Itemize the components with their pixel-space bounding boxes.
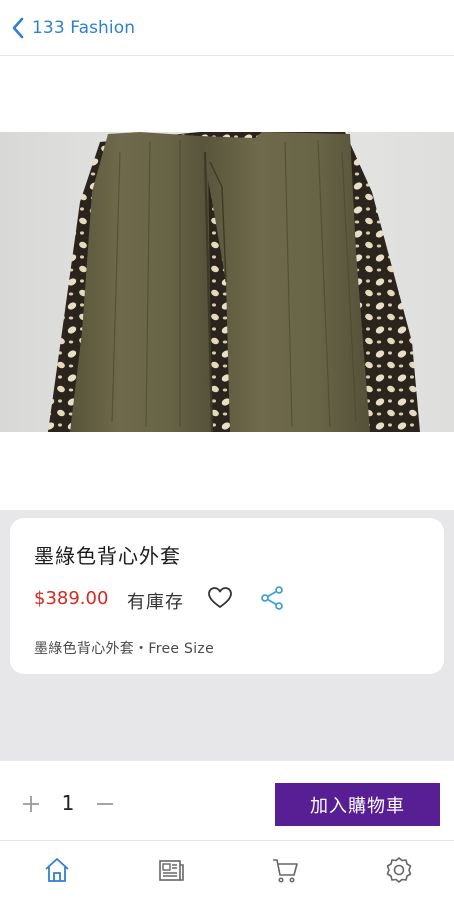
back-button[interactable]: 133 Fashion [10, 17, 135, 39]
plus-icon[interactable] [20, 793, 42, 815]
stock-status: 有庫存 [127, 592, 184, 613]
minus-icon[interactable] [94, 793, 116, 815]
quantity-bar: 1 加入購物車 [0, 760, 454, 840]
product-photo[interactable] [0, 132, 454, 432]
product-price: $389.00 [34, 588, 109, 609]
chevron-left-icon [12, 17, 24, 38]
product-description: 墨綠色背心外套・Free Size [34, 641, 214, 657]
add-to-cart-button[interactable]: 加入購物車 [275, 783, 440, 826]
home-icon[interactable] [42, 855, 72, 885]
product-info-card: 墨綠色背心外套 $389.00 有庫存 墨綠色背心外套・Free Size [10, 518, 444, 674]
news-icon[interactable] [156, 855, 186, 885]
product-image-area [0, 57, 454, 510]
heart-icon[interactable] [207, 585, 233, 611]
quantity-value: 1 [61, 791, 75, 815]
share-icon[interactable] [259, 585, 285, 611]
top-nav-bar: 133 Fashion [0, 0, 454, 56]
cart-icon[interactable] [270, 855, 300, 885]
back-label: 133 Fashion [32, 17, 136, 38]
bottom-tab-bar [0, 840, 454, 900]
product-title: 墨綠色背心外套 [34, 544, 181, 568]
settings-icon[interactable] [384, 855, 414, 885]
